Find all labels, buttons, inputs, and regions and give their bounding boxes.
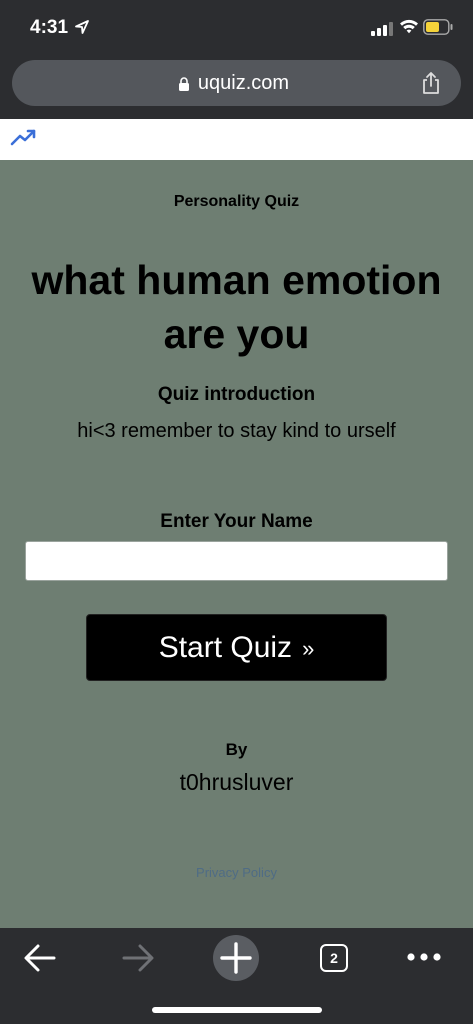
quiz-title: what human emotion are you bbox=[31, 257, 442, 357]
new-tab-button[interactable] bbox=[213, 935, 259, 981]
start-quiz-button[interactable]: Start Quiz » bbox=[86, 614, 387, 681]
intro-heading: Quiz introduction bbox=[157, 384, 316, 405]
signal-icon bbox=[371, 22, 393, 36]
quiz-content: Personality Quiz what human emotion are … bbox=[0, 160, 473, 928]
share-icon[interactable] bbox=[421, 71, 441, 95]
quiz-type-label: Personality Quiz bbox=[173, 193, 300, 210]
forward-arrow-icon[interactable] bbox=[120, 942, 156, 974]
status-bar: 4:31 bbox=[0, 0, 473, 56]
browser-toolbar: 2 bbox=[0, 928, 473, 1024]
name-label: Enter Your Name bbox=[160, 511, 313, 532]
url-text: uquiz.com bbox=[197, 72, 290, 94]
wifi-icon bbox=[400, 19, 418, 34]
author-name[interactable]: t0hrusluver bbox=[0, 769, 473, 796]
more-icon[interactable] bbox=[405, 950, 443, 964]
tabs-icon[interactable]: 2 bbox=[320, 944, 348, 972]
name-input[interactable] bbox=[25, 541, 448, 581]
privacy-policy-link[interactable]: Privacy Policy bbox=[0, 865, 473, 880]
start-quiz-arrow: » bbox=[302, 635, 315, 661]
status-time: 4:31 bbox=[30, 17, 69, 38]
address-bar[interactable]: uquiz.com bbox=[12, 60, 461, 106]
plus-icon bbox=[220, 942, 252, 974]
start-quiz-label: Start Quiz bbox=[158, 630, 293, 664]
battery-icon bbox=[423, 19, 453, 35]
ad-banner bbox=[0, 119, 473, 160]
home-indicator[interactable] bbox=[152, 1007, 322, 1013]
location-arrow-icon bbox=[75, 20, 89, 34]
by-label: By bbox=[225, 740, 248, 759]
back-arrow-icon[interactable] bbox=[22, 942, 58, 974]
trending-icon[interactable] bbox=[10, 127, 38, 147]
browser-address-area: uquiz.com bbox=[0, 56, 473, 119]
intro-text: hi<3 remember to stay kind to urself bbox=[77, 420, 396, 442]
